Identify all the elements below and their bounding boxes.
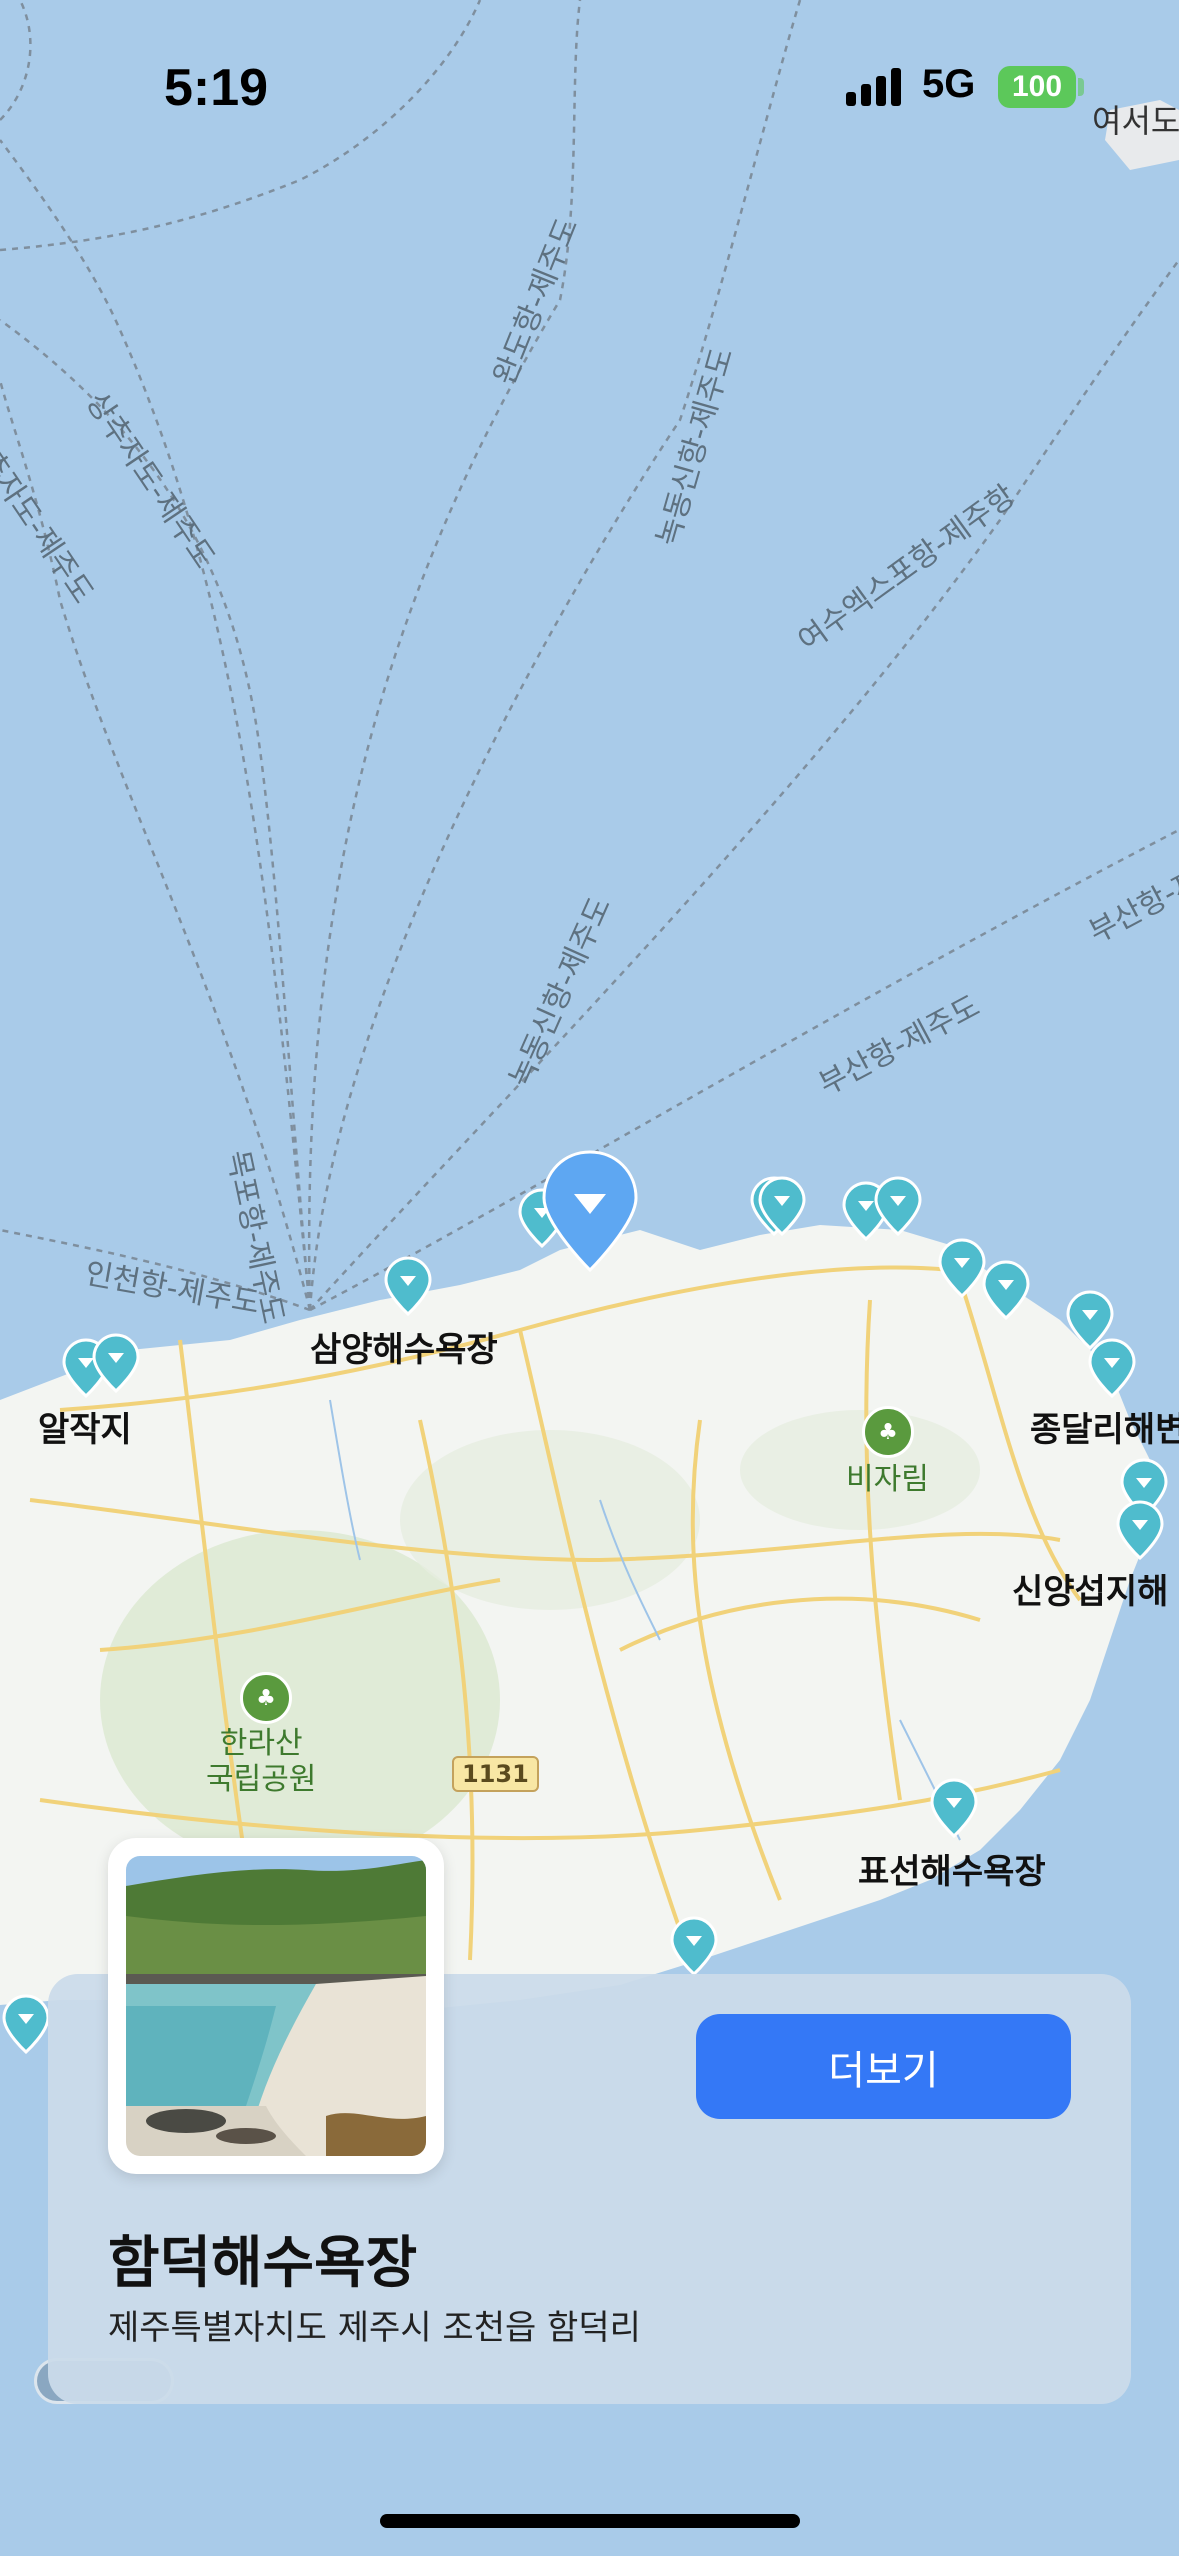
home-indicator[interactable] <box>380 2514 800 2528</box>
battery-level: 100 <box>1011 70 1063 103</box>
status-time: 5:19 <box>164 59 269 117</box>
cellular-signal-icon <box>846 68 906 106</box>
place-label-yeoseodo[interactable]: 여서도 <box>1092 96 1179 142</box>
park-label-hallasan-text: 한라산 국립공원 <box>206 1726 317 1797</box>
beach-photo <box>126 1856 426 2156</box>
place-label-samyang[interactable]: 삼양해수욕장 <box>310 1322 498 1371</box>
place-label-jongdal[interactable]: 종달리해변 <box>1030 1402 1179 1451</box>
forest-icon: ♣ <box>240 1672 292 1724</box>
place-label-sinyang[interactable]: 신양섭지해 <box>1012 1564 1168 1613</box>
forest-icon: ♣ <box>862 1406 914 1458</box>
road-shield-1131: 1131 <box>452 1756 539 1792</box>
place-label-aljakji[interactable]: 알작지 <box>38 1402 132 1451</box>
place-title: 함덕해수욕장 <box>108 2231 418 2296</box>
place-address: 제주특별자치도 제주시 조천읍 함덕리 <box>108 2308 641 2348</box>
battery-tip <box>1078 78 1084 96</box>
park-label-bijarim[interactable]: 비자림 <box>846 1462 929 1498</box>
more-button[interactable]: 더보기 <box>696 2014 1071 2119</box>
battery-icon: 100 <box>998 66 1076 108</box>
place-thumbnail[interactable] <box>108 1838 444 2174</box>
network-type: 5G <box>922 62 976 106</box>
place-label-pyoseon[interactable]: 표선해수욕장 <box>858 1844 1046 1893</box>
park-label-hallasan[interactable]: 한라산 국립공원 <box>206 1726 316 1798</box>
